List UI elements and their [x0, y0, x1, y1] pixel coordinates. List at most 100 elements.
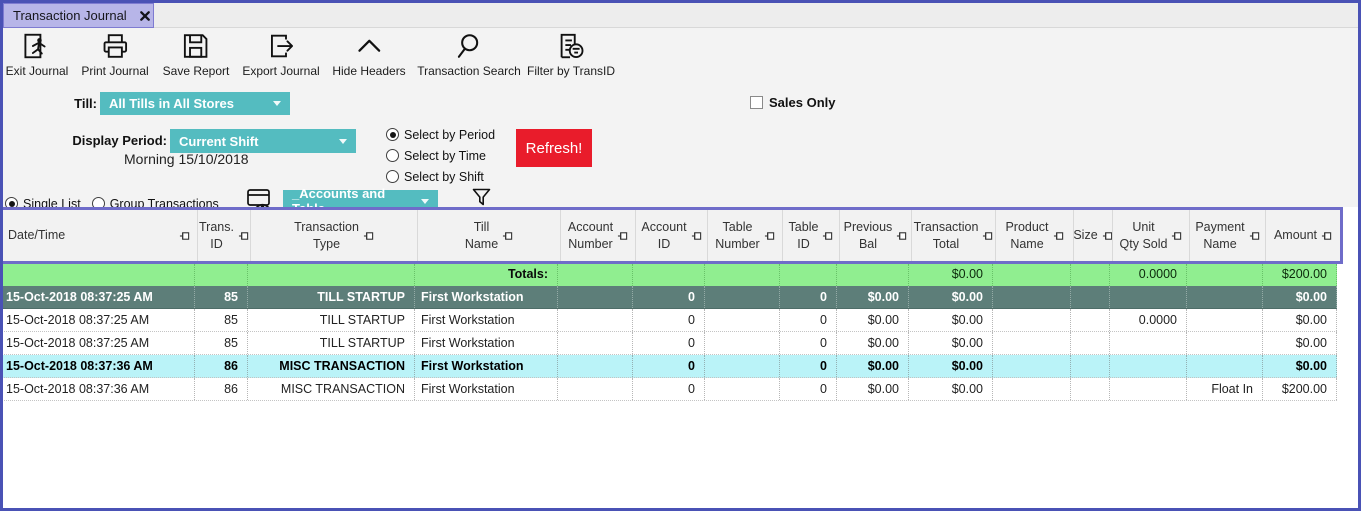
pin-icon[interactable]: [617, 231, 628, 241]
toolbar-button-transaction-search[interactable]: Transaction Search: [417, 31, 521, 78]
column-header-label: PreviousBal: [844, 219, 893, 252]
cell-amount: $0.00: [1263, 286, 1337, 308]
cell-transaction_type: MISC TRANSACTION: [248, 378, 415, 400]
display-period-dropdown[interactable]: Current Shift: [170, 129, 356, 153]
radio-select-by-select-by-time[interactable]: Select by Time: [386, 145, 495, 166]
radio-icon: [386, 128, 399, 141]
toolbar-button-export-journal[interactable]: Export Journal: [242, 31, 319, 78]
cell-unit_qty_sold: 0.0000: [1110, 264, 1187, 286]
radio-icon: [386, 170, 399, 183]
cell-amount: $0.00: [1263, 355, 1337, 377]
cell-date_time: [0, 264, 195, 286]
cell-table_id: 0: [780, 355, 837, 377]
transactions-grid: Date/TimeTrans.ID TransactionType TillName…: [0, 207, 1343, 401]
chevron-up-icon: [354, 31, 384, 61]
transaction-row[interactable]: 15-Oct-2018 08:37:36 AM86MISC TRANSACTIO…: [0, 355, 1337, 378]
radio-icon: [386, 149, 399, 162]
toolbar-button-hide-headers[interactable]: Hide Headers: [332, 31, 405, 78]
close-icon[interactable]: [140, 11, 150, 21]
pin-icon[interactable]: [1102, 231, 1113, 241]
cell-product_name: [993, 355, 1071, 377]
pin-icon[interactable]: [1249, 231, 1260, 241]
pin-icon[interactable]: [238, 231, 249, 241]
pin-icon[interactable]: [363, 231, 374, 241]
pin-icon[interactable]: [822, 231, 833, 241]
cell-table_id: 0: [780, 309, 837, 331]
cell-amount: $0.00: [1263, 332, 1337, 354]
column-header-unit_qty_sold[interactable]: UnitQty Sold: [1113, 210, 1190, 261]
column-header-size[interactable]: Size: [1074, 210, 1113, 261]
transaction-journal-window: Transaction Journal Exit Journal Print Jo…: [0, 0, 1361, 511]
cell-trans_id: [195, 264, 248, 286]
pin-icon[interactable]: [179, 231, 190, 241]
refresh-button[interactable]: Refresh!: [516, 129, 592, 167]
cell-payment_name: [1187, 355, 1263, 377]
cell-table_number: [705, 309, 780, 331]
cell-product_name: [993, 286, 1071, 308]
cell-trans_id: 85: [195, 286, 248, 308]
column-header-table_number[interactable]: TableNumber: [708, 210, 783, 261]
cell-amount: $200.00: [1263, 264, 1337, 286]
column-header-label: AccountNumber: [568, 219, 613, 252]
pin-icon[interactable]: [982, 231, 993, 241]
radio-select-by-select-by-period[interactable]: Select by Period: [386, 124, 495, 145]
cell-till_name: First Workstation: [415, 309, 558, 331]
cell-date_time: 15-Oct-2018 08:37:25 AM: [0, 286, 195, 308]
cell-product_name: [993, 378, 1071, 400]
cell-account_number: [558, 332, 633, 354]
column-header-date_time[interactable]: Date/Time: [3, 210, 198, 261]
cell-product_name: [993, 332, 1071, 354]
transaction-row[interactable]: 15-Oct-2018 08:37:25 AM85TILL STARTUPFir…: [0, 309, 1337, 332]
pin-icon[interactable]: [764, 231, 775, 241]
till-dropdown-value: All Tills in All Stores: [109, 96, 234, 111]
column-header-transaction_total[interactable]: TransactionTotal: [912, 210, 996, 261]
radio-select-by-select-by-shift[interactable]: Select by Shift: [386, 166, 495, 187]
toolbar-button-save-report[interactable]: Save Report: [163, 31, 230, 78]
tab-title: Transaction Journal: [13, 8, 127, 23]
cell-transaction_type: TILL STARTUP: [248, 309, 415, 331]
column-header-amount[interactable]: Amount: [1266, 210, 1340, 261]
column-header-account_number[interactable]: AccountNumber: [561, 210, 636, 261]
sales-only-checkbox[interactable]: Sales Only: [750, 95, 835, 110]
toolbar-button-label: Transaction Search: [417, 64, 521, 78]
column-header-label: Amount: [1274, 227, 1317, 243]
cell-account_id: [633, 264, 705, 286]
pin-icon[interactable]: [1053, 231, 1064, 241]
transaction-row[interactable]: 15-Oct-2018 08:37:25 AM85TILL STARTUPFir…: [0, 286, 1337, 309]
cell-payment_name: [1187, 332, 1263, 354]
column-header-label: Size: [1074, 227, 1098, 243]
cell-account_number: [558, 309, 633, 331]
pin-icon[interactable]: [502, 231, 513, 241]
column-header-account_id[interactable]: AccountID: [636, 210, 708, 261]
column-header-till_name[interactable]: TillName: [418, 210, 561, 261]
pin-icon[interactable]: [691, 231, 702, 241]
cell-unit_qty_sold: [1110, 286, 1187, 308]
column-header-transaction_type[interactable]: TransactionType: [251, 210, 418, 261]
transaction-row[interactable]: 15-Oct-2018 08:37:36 AM86MISC TRANSACTIO…: [0, 378, 1337, 401]
sales-only-label: Sales Only: [769, 95, 835, 110]
column-header-trans_id[interactable]: Trans.ID: [198, 210, 251, 261]
cell-size: [1071, 355, 1110, 377]
column-header-table_id[interactable]: TableID: [783, 210, 840, 261]
column-header-payment_name[interactable]: PaymentName: [1190, 210, 1266, 261]
cell-transaction_total: $0.00: [909, 286, 993, 308]
cell-previous_bal: $0.00: [837, 332, 909, 354]
cell-date_time: 15-Oct-2018 08:37:25 AM: [0, 332, 195, 354]
column-header-label: PaymentName: [1195, 219, 1244, 252]
transaction-row[interactable]: 15-Oct-2018 08:37:25 AM85TILL STARTUPFir…: [0, 332, 1337, 355]
pin-icon[interactable]: [1321, 231, 1332, 241]
toolbar-button-exit-journal[interactable]: Exit Journal: [6, 31, 69, 78]
cell-size: [1071, 332, 1110, 354]
toolbar-button-print-journal[interactable]: Print Journal: [81, 31, 148, 78]
column-header-product_name[interactable]: ProductName: [996, 210, 1074, 261]
cell-transaction_type: MISC TRANSACTION: [248, 355, 415, 377]
column-header-previous_bal[interactable]: PreviousBal: [840, 210, 912, 261]
pin-icon[interactable]: [896, 231, 907, 241]
cell-previous_bal: $0.00: [837, 355, 909, 377]
pin-icon[interactable]: [1171, 231, 1182, 241]
cell-table_number: [705, 378, 780, 400]
tab-transaction-journal[interactable]: Transaction Journal: [3, 3, 154, 28]
column-header-label: TransactionType: [294, 219, 359, 252]
toolbar-button-filter-by-transid[interactable]: Filter by TransID: [527, 31, 615, 78]
till-dropdown[interactable]: All Tills in All Stores: [100, 92, 290, 115]
